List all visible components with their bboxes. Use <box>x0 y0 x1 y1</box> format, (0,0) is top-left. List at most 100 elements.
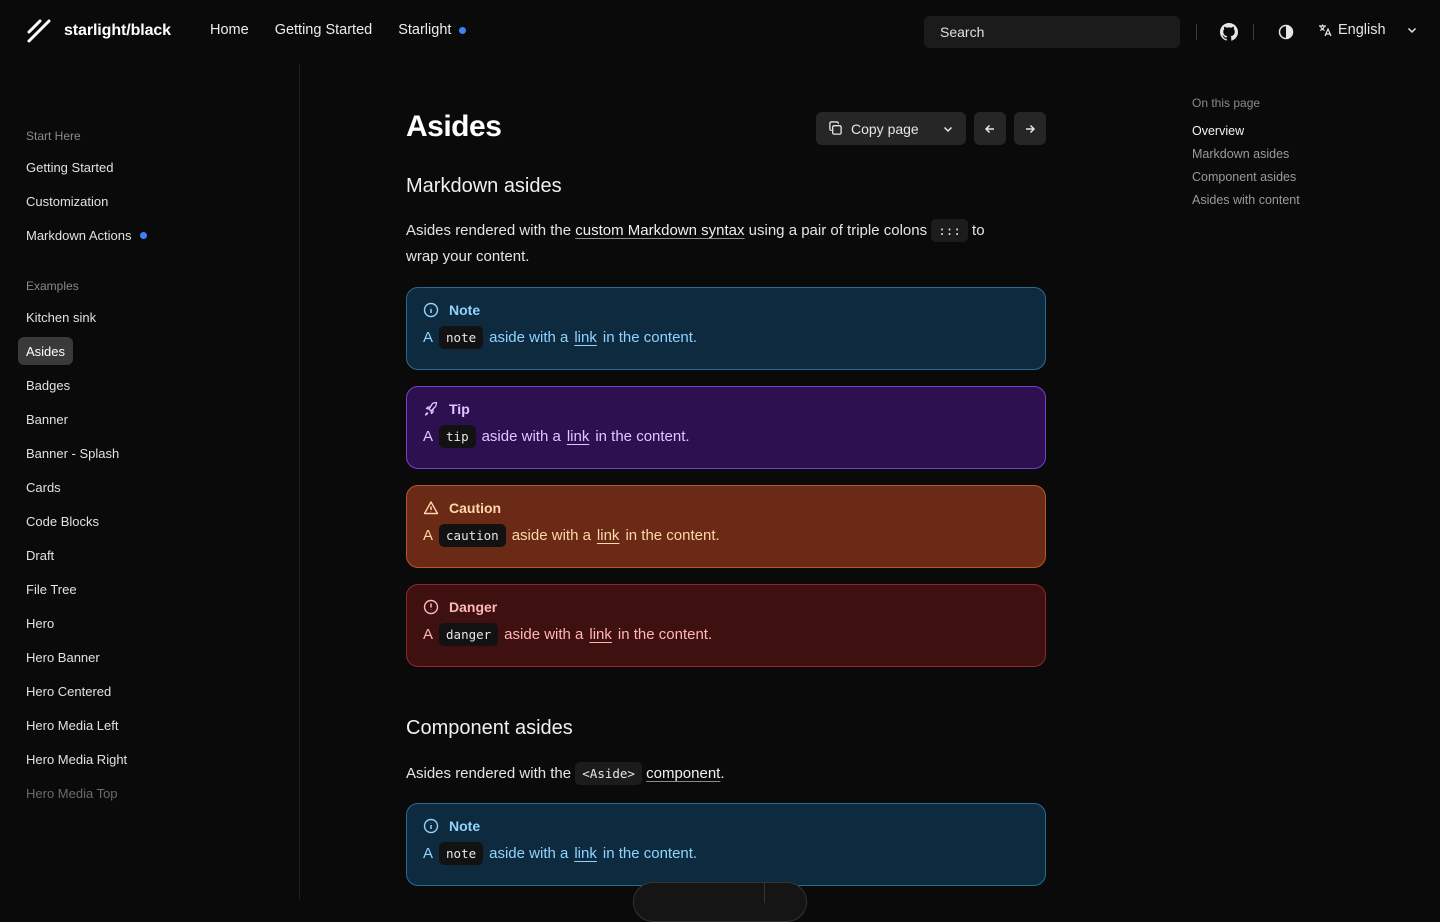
toc-item-component-asides[interactable]: Component asides <box>1192 170 1300 184</box>
sidebar-item-hero-media-right[interactable]: Hero Media Right <box>18 745 135 773</box>
aside-text: aside with a <box>481 428 561 445</box>
desc-text: Asides rendered with the <box>406 222 576 239</box>
sidebar-item-markdown-actions[interactable]: Markdown Actions <box>18 221 155 249</box>
aside-text: in the content. <box>602 845 698 862</box>
chevron-down-icon <box>1407 27 1416 34</box>
toc-item-overview[interactable]: Overview <box>1192 124 1300 138</box>
sidebar-item-banner-splash[interactable]: Banner - Splash <box>18 439 127 467</box>
copy-icon <box>829 121 842 135</box>
site-header: starlight/black Home Getting Started Sta… <box>0 0 1440 64</box>
sidebar-item-banner[interactable]: Banner <box>18 405 76 433</box>
aside-text: in the content. <box>602 329 698 346</box>
sidebar-item-label: Getting Started <box>26 159 114 175</box>
sidebar-item-getting-started[interactable]: Getting Started <box>18 153 121 181</box>
sidebar-item-label: Customization <box>26 193 109 209</box>
sidebar-item-cards[interactable]: Cards <box>18 473 69 501</box>
info-icon <box>423 818 439 834</box>
language-select[interactable]: English <box>1318 22 1418 38</box>
logo-text: starlight/black <box>64 22 171 39</box>
aside-title: Note <box>449 818 481 834</box>
sidebar-item-label: Banner - Splash <box>26 445 120 461</box>
arrow-left-icon <box>984 124 994 133</box>
aside-caution: Caution A caution aside with a link in t… <box>406 485 1046 568</box>
copy-page-button[interactable]: Copy page <box>816 112 966 145</box>
sidebar-item-label: Badges <box>26 377 71 393</box>
inline-code: <Aside> <box>575 762 642 785</box>
sidebar-item-label: Hero Media Left <box>26 717 119 733</box>
sidebar-item-hero-media-top[interactable]: Hero Media Top <box>18 779 126 807</box>
inline-code: tip <box>439 425 476 448</box>
inline-code: danger <box>439 623 499 646</box>
toc-title: On this page <box>1192 96 1261 110</box>
sidebar-item-label: Hero Banner <box>26 649 100 665</box>
nav-getting-started[interactable]: Getting Started <box>275 22 373 38</box>
sidebar-item-asides[interactable]: Asides <box>18 337 74 365</box>
markdown-asides-description: Asides rendered with the custom Markdown… <box>406 218 1046 270</box>
sidebar-item-label: Hero Media Right <box>26 751 128 767</box>
sidebar-item-label: Hero Media Top <box>26 785 118 801</box>
translate-icon <box>1319 24 1332 37</box>
sidebar-item-label: Kitchen sink <box>26 309 97 325</box>
nav-home-label: Home <box>210 22 249 38</box>
aside-text: A <box>423 329 434 346</box>
aside-title: Note <box>449 302 481 318</box>
aside-text: A <box>423 845 434 862</box>
copy-page-label: Copy page <box>851 120 919 137</box>
desc-text: . <box>720 765 725 782</box>
desc-text: to <box>967 222 985 239</box>
toc-item-asides-with-content[interactable]: Asides with content <box>1192 193 1300 207</box>
nav-starlight[interactable]: Starlight <box>398 22 467 38</box>
sidebar-item-label: Code Blocks <box>26 513 99 529</box>
dev-toolbar-divider <box>764 883 765 903</box>
arrow-right-icon <box>1026 124 1036 133</box>
toc-item-markdown-asides[interactable]: Markdown asides <box>1192 147 1300 161</box>
nav-getting-started-label: Getting Started <box>274 22 373 38</box>
dev-toolbar[interactable] <box>633 882 807 922</box>
sidebar-group-start-here: Start Here <box>26 129 81 143</box>
inline-code: note <box>439 326 484 349</box>
aside-danger: Danger A danger aside with a link in the… <box>406 584 1046 667</box>
sidebar-group-examples: Examples <box>26 279 79 293</box>
header-divider <box>1253 24 1254 40</box>
aside-link[interactable]: link <box>589 626 612 643</box>
aside-link[interactable]: link <box>597 527 620 544</box>
desc-text: using a pair of triple colons <box>744 222 932 239</box>
sidebar-item-label: Draft <box>26 547 55 563</box>
page-title: Asides <box>406 110 502 143</box>
aside-text: in the content. <box>625 527 720 544</box>
github-icon[interactable] <box>1219 22 1239 42</box>
sidebar-item-file-tree[interactable]: File Tree <box>18 575 85 603</box>
inline-code: caution <box>439 524 506 547</box>
chevron-down-icon[interactable] <box>942 123 954 135</box>
sidebar-item-hero-media-left[interactable]: Hero Media Left <box>18 711 127 739</box>
custom-markdown-syntax-link[interactable]: custom Markdown syntax <box>575 222 744 239</box>
sidebar-item-code-blocks[interactable]: Code Blocks <box>18 507 107 535</box>
aside-text: in the content. <box>595 428 690 445</box>
warning-triangle-icon <box>423 501 439 515</box>
sidebar-item-badges[interactable]: Badges <box>18 371 78 399</box>
search-button[interactable]: Search <box>924 16 1180 48</box>
previous-page-button[interactable] <box>974 112 1006 145</box>
sidebar-item-label: Hero <box>26 615 55 631</box>
aside-text: in the content. <box>617 626 713 643</box>
aside-text: A <box>423 527 434 544</box>
nav-home[interactable]: Home <box>210 22 249 38</box>
next-page-button[interactable] <box>1014 112 1046 145</box>
sidebar-item-draft[interactable]: Draft <box>18 541 62 569</box>
sidebar-item-hero[interactable]: Hero <box>18 609 62 637</box>
aside-link[interactable]: link <box>567 428 590 445</box>
sidebar-item-customization[interactable]: Customization <box>18 187 116 215</box>
aside-link[interactable]: link <box>574 329 597 346</box>
new-indicator-dot <box>459 26 467 34</box>
aside-component-note: Note A note aside with a link in the con… <box>406 803 1046 886</box>
theme-toggle-icon[interactable] <box>1276 22 1296 42</box>
inline-code: note <box>439 842 484 865</box>
site-logo[interactable]: starlight/black <box>26 18 171 44</box>
sidebar-item-hero-centered[interactable]: Hero Centered <box>18 677 119 705</box>
component-link[interactable]: component <box>646 765 720 782</box>
sidebar-item-label: Cards <box>26 479 61 495</box>
aside-link[interactable]: link <box>574 845 597 862</box>
sidebar-item-hero-banner[interactable]: Hero Banner <box>18 643 108 671</box>
sidebar-item-label: Banner <box>26 411 68 427</box>
sidebar-item-kitchen-sink[interactable]: Kitchen sink <box>18 303 104 331</box>
